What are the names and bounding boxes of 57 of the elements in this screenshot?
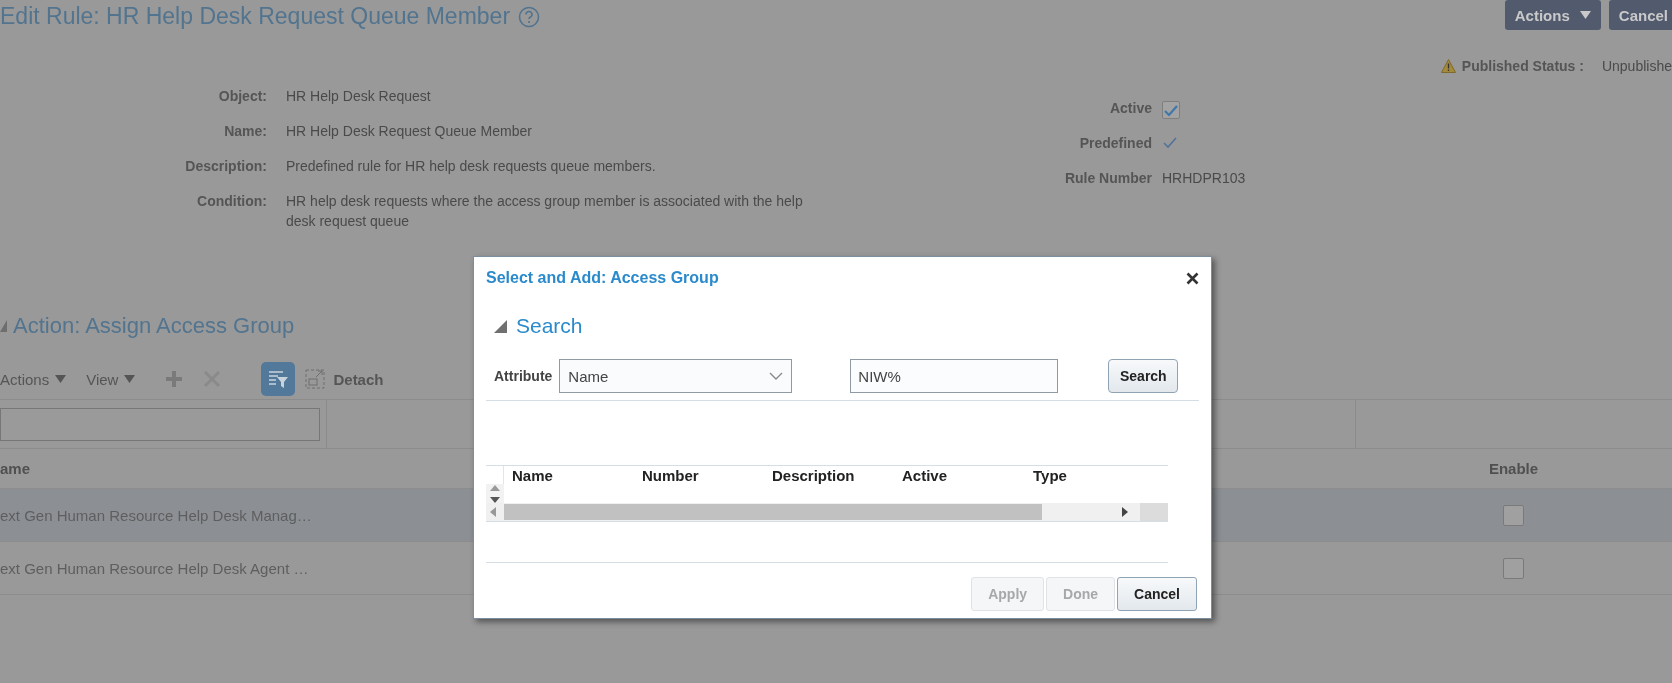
- dialog-button[interactable]: Cancel: [1117, 577, 1197, 611]
- field-value: HRHDPR103: [1162, 170, 1246, 186]
- field-label: Rule Number: [1063, 170, 1152, 188]
- published-status-value: Unpublishe: [1601, 58, 1672, 74]
- scrollbar-thumb[interactable]: [504, 504, 1042, 520]
- field-value: Predefined rule for HR help desk requests queue members.: [286, 157, 657, 176]
- help-icon: [518, 5, 541, 28]
- section-title: Action: Assign Access Group: [13, 313, 295, 339]
- field-label: Condition:: [196, 192, 267, 211]
- enable-checkbox[interactable]: [1503, 557, 1524, 579]
- field-label: Object:: [217, 87, 267, 106]
- toolbar-menu[interactable]: Actions: [0, 370, 67, 388]
- chevron-down-icon: [769, 372, 784, 380]
- section-title: Search: [516, 314, 583, 338]
- enable-checkbox[interactable]: [1503, 504, 1524, 526]
- attribute-dropdown[interactable]: Name: [559, 359, 793, 393]
- dropdown-caret-icon: [124, 375, 136, 383]
- collapse-triangle-icon[interactable]: [494, 319, 507, 333]
- dropdown-caret-icon: [1579, 11, 1591, 19]
- add-icon[interactable]: [165, 370, 184, 388]
- scroll-left-icon: [490, 507, 496, 517]
- actions-menu-button[interactable]: Actions: [1504, 0, 1601, 30]
- cancel-button[interactable]: Cancel: [1608, 0, 1672, 30]
- published-status-label: Published Status :: [1461, 58, 1584, 74]
- field-value: HR Help Desk Request Queue Member: [286, 122, 533, 141]
- column-header: Name: [511, 466, 554, 484]
- attribute-label: Attribute: [494, 368, 553, 384]
- warning-icon: [1440, 59, 1456, 73]
- column-header: Number: [641, 466, 700, 484]
- query-by-example-button[interactable]: [261, 362, 296, 396]
- dropdown-caret-icon: [55, 375, 67, 383]
- check-icon: [1163, 103, 1179, 117]
- column-header: Enable: [1488, 460, 1539, 477]
- detach-button[interactable]: Detach: [305, 369, 384, 389]
- table-cell: ext Gen Human Resource Help Desk Agent …: [0, 559, 309, 577]
- column-header: Type: [1032, 466, 1068, 484]
- search-button[interactable]: Search: [1108, 359, 1179, 393]
- column-header: Description: [771, 466, 856, 484]
- search-field[interactable]: NIW%: [850, 359, 1059, 393]
- field-label: Predefined: [1078, 135, 1152, 153]
- filter-field[interactable]: [0, 407, 320, 441]
- dialog-title: Select and Add: Access Group: [486, 269, 719, 287]
- column-header: Active: [901, 466, 949, 484]
- field-label: Active: [1108, 100, 1152, 118]
- page-title: Edit Rule: HR Help Desk Request Queue Member: [0, 3, 511, 30]
- close-icon: [1186, 271, 1199, 285]
- field-label: Description:: [184, 157, 267, 176]
- active-checkbox[interactable]: [1162, 101, 1180, 119]
- detach-icon: [305, 369, 326, 389]
- scroll-right-icon: [1122, 507, 1128, 517]
- filter-icon: [267, 369, 290, 389]
- scroll-up-icon: [490, 484, 500, 491]
- field-value: HR help desk requests where the access group member is associated with the help desk request queue: [286, 192, 804, 231]
- toolbar-menu[interactable]: View: [86, 370, 136, 388]
- close-button[interactable]: [1186, 271, 1199, 285]
- field-label: Name:: [223, 122, 267, 141]
- field-value: HR Help Desk Request: [286, 87, 432, 106]
